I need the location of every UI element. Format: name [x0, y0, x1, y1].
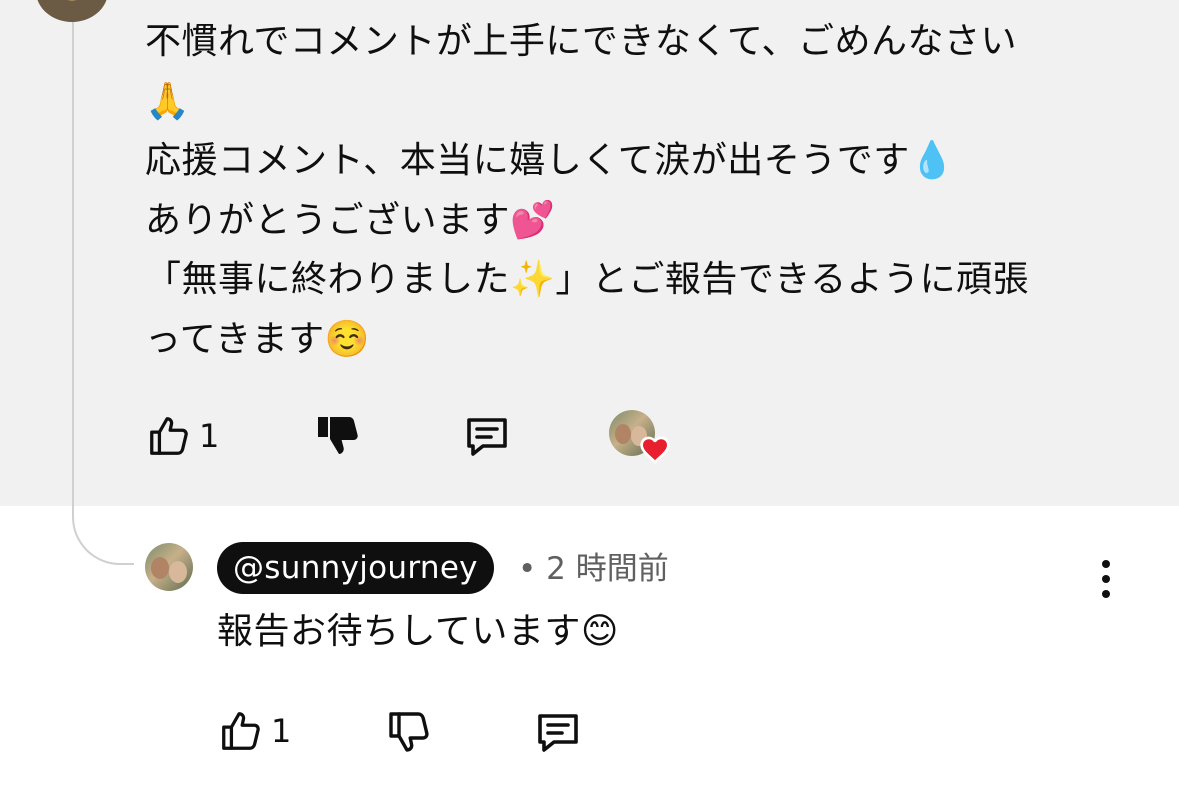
thumbs-down-icon	[385, 708, 433, 756]
more-vertical-icon[interactable]	[1100, 0, 1114, 4]
like-count: 1	[199, 417, 220, 455]
dislike-button[interactable]	[314, 411, 362, 459]
more-vertical-icon[interactable]	[1099, 560, 1113, 598]
like-count: 1	[271, 712, 292, 750]
author-handle[interactable]: @sunnyjourney	[217, 542, 494, 594]
comment-text: 不慣れでコメントが上手にできなくて、ごめんなさい 🙏 応援コメント、本当に嬉しく…	[145, 21, 1030, 360]
comment-icon	[462, 412, 512, 460]
comment-meta: • 2 時間前	[518, 548, 669, 590]
reply-button[interactable]	[533, 708, 583, 756]
like-button[interactable]: 1	[217, 708, 291, 754]
comment-timestamp: 2 時間前	[546, 551, 669, 587]
avatar[interactable]	[145, 543, 193, 591]
comment-thread: 不慣れでコメントが上手にできなくて、ごめんなさい 🙏 応援コメント、本当に嬉しく…	[0, 0, 1179, 792]
thumbs-down-icon	[314, 411, 362, 459]
dislike-button[interactable]	[385, 708, 433, 756]
thumbs-up-icon	[145, 413, 193, 459]
comment-text: 報告お待ちしています😊	[217, 611, 619, 652]
avatar[interactable]	[36, 0, 108, 22]
creator-heart[interactable]	[609, 410, 670, 464]
like-button[interactable]: 1	[145, 413, 219, 459]
meta-separator: •	[518, 551, 537, 587]
thread-connector-line	[72, 22, 134, 565]
thumbs-up-icon	[217, 708, 265, 754]
heart-icon	[639, 434, 671, 464]
highlighted-comment: 不慣れでコメントが上手にできなくて、ごめんなさい 🙏 応援コメント、本当に嬉しく…	[0, 0, 1179, 506]
reply-button[interactable]	[462, 412, 512, 460]
comment-icon	[533, 708, 583, 756]
